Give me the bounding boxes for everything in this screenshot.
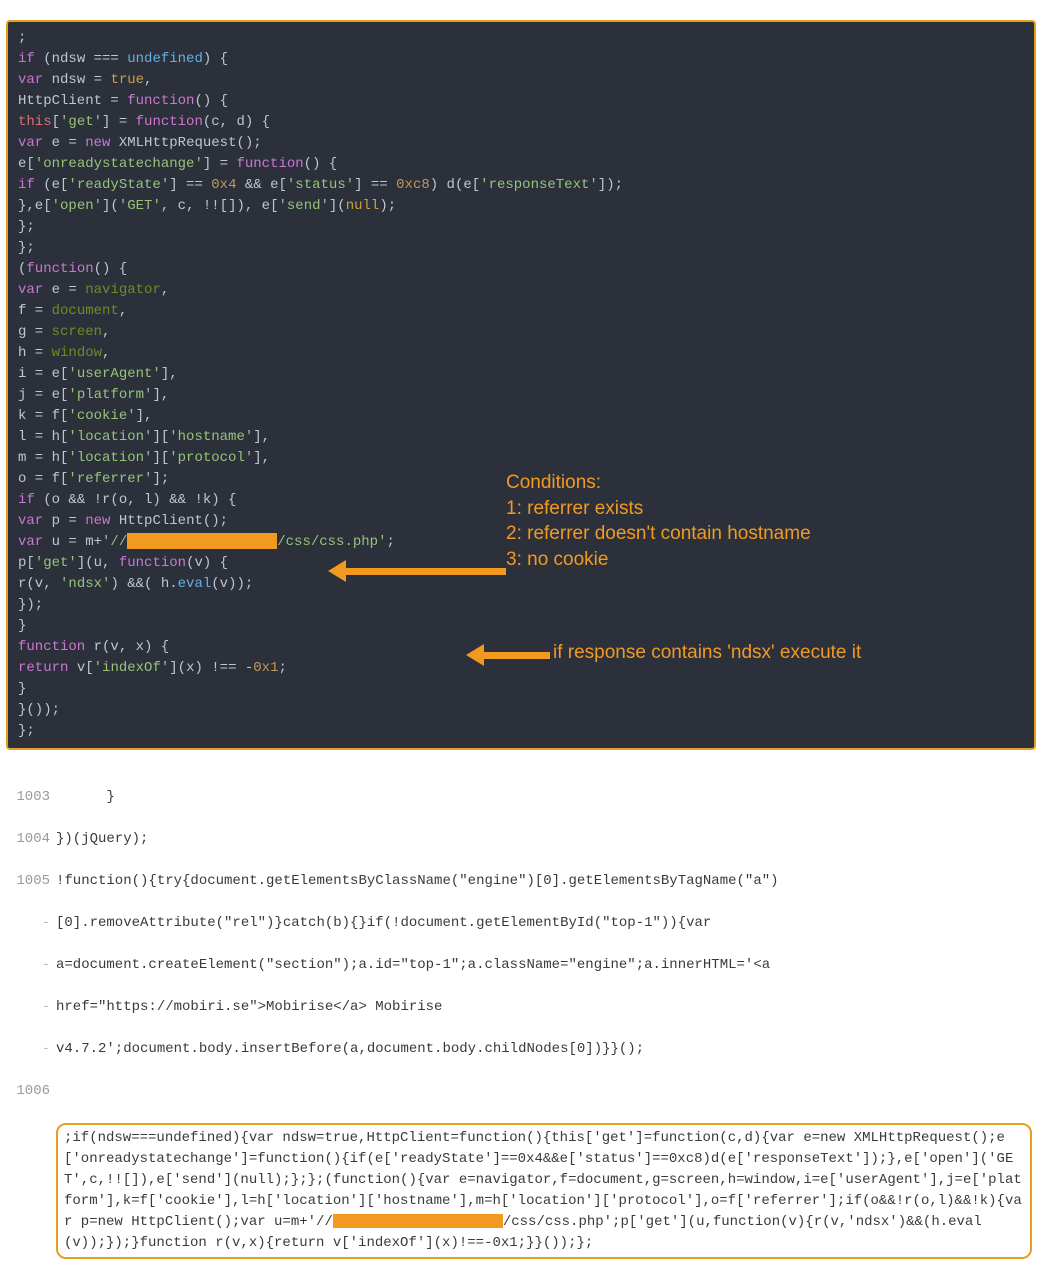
annotation-conditions: Conditions: 1: referrer exists 2: referr…: [506, 470, 811, 573]
code-block-minified-context: 1003 } 1004})(jQuery); 1005!function(){t…: [6, 764, 1036, 1282]
code-block-beautified: ; if (ndsw === undefined) { var ndsw = t…: [6, 20, 1036, 750]
code-block-minified-highlighted: ;if(ndsw===undefined){var ndsw=true,Http…: [56, 1123, 1032, 1259]
annotation-exec: if response contains 'ndsx' execute it: [553, 640, 861, 666]
redacted-domain-icon: [333, 1214, 503, 1228]
arrow-icon: [466, 644, 550, 666]
redacted-domain-icon: [127, 533, 277, 549]
arrow-icon: [328, 560, 506, 582]
